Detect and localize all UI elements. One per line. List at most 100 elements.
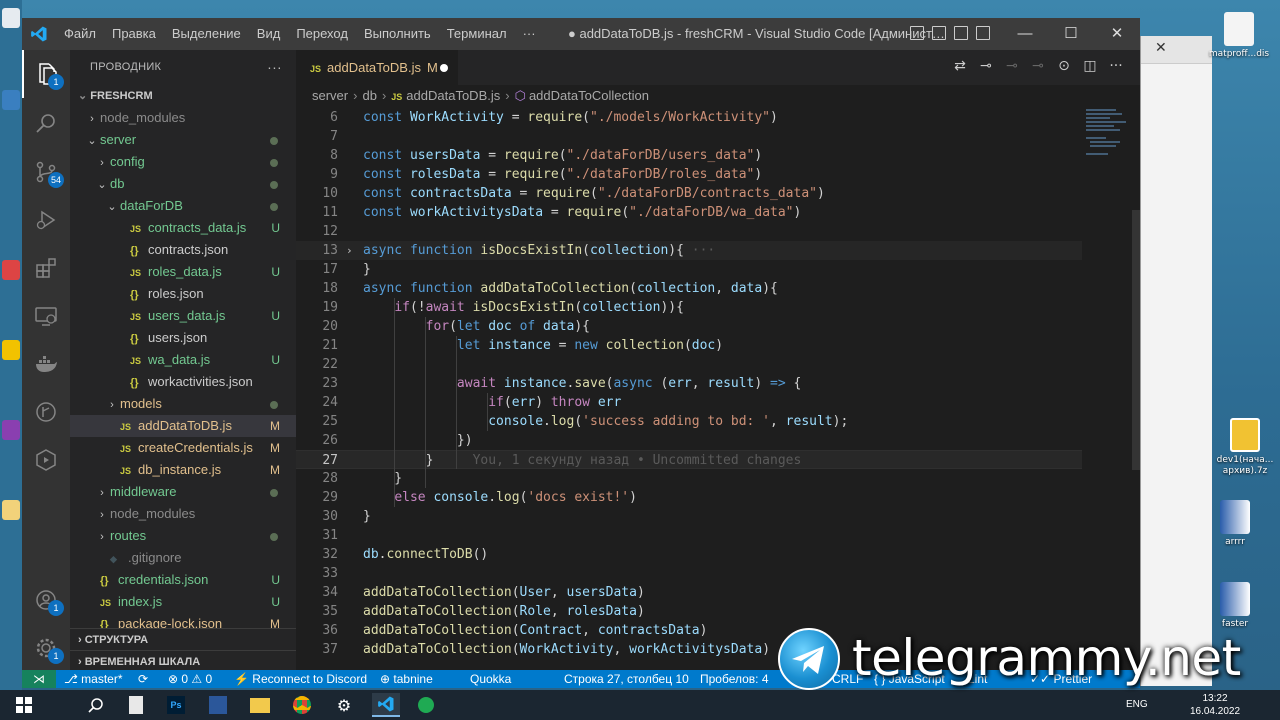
taskbar-app-notepad-icon[interactable] <box>122 693 150 717</box>
code-line[interactable]: 34 addDataToCollection(User, usersData) <box>296 583 1082 602</box>
workspace-folder[interactable]: ⌄ FRESHCRM <box>70 85 296 107</box>
tabnine-status[interactable]: ⊕ tabnine <box>380 670 433 688</box>
close-icon[interactable]: ✕ <box>1155 40 1167 56</box>
tree-file[interactable]: {} users.json <box>70 327 296 349</box>
tree-file[interactable]: {} workactivities.json <box>70 371 296 393</box>
desktop-icon-thumb[interactable] <box>2 260 20 280</box>
problems-status[interactable]: ⊗ 0 ⚠ 0 <box>168 670 212 688</box>
code-line[interactable]: 11 const workActivitysData = require("./d… <box>296 203 1082 222</box>
taskbar-app-green-icon[interactable] <box>412 693 440 717</box>
code-line[interactable]: 6 const WorkActivity = require("./models/… <box>296 108 1082 127</box>
tree-file[interactable]: JS index.js U <box>70 591 296 613</box>
tree-file[interactable]: JS contracts_data.js U <box>70 217 296 239</box>
menu-item[interactable]: Терминал <box>439 18 515 50</box>
outline-section[interactable]: › СТРУКТУРА <box>70 628 296 650</box>
code-line[interactable]: 24 if(err) throw err <box>296 393 1082 412</box>
code-line[interactable]: 31 <box>296 526 1082 545</box>
desktop-icon-thumb[interactable] <box>2 340 20 360</box>
compare-changes-icon[interactable]: ⇄ <box>952 58 968 74</box>
code-line[interactable]: 19 if(!await isDocsExistIn(collection)){ <box>296 298 1082 317</box>
code-line[interactable]: 13 › async function isDocsExistIn(collecti… <box>296 241 1082 260</box>
code-line[interactable]: 33 <box>296 564 1082 583</box>
code-line[interactable]: 25 console.log('success adding to bd: ',… <box>296 412 1082 431</box>
remote-indicator-icon[interactable]: ⋊ <box>22 670 56 688</box>
tree-file[interactable]: JS addDataToDB.js M <box>70 415 296 437</box>
tree-file[interactable]: JS roles_data.js U <box>70 261 296 283</box>
more-actions-icon[interactable]: ··· <box>1108 58 1124 74</box>
code-line[interactable]: 22 <box>296 355 1082 374</box>
indentation-status[interactable]: Пробелов: 4 <box>700 670 769 688</box>
branch-status[interactable]: ⎇ master* <box>64 670 123 688</box>
open-changes-icon[interactable]: ⊙ <box>1056 58 1072 74</box>
search-icon[interactable] <box>22 100 70 148</box>
code-line[interactable]: 35 addDataToCollection(Role, rolesData) <box>296 602 1082 621</box>
search-icon[interactable] <box>82 693 110 717</box>
code-line[interactable]: 18 async function addDataToCollection(col… <box>296 279 1082 298</box>
taskbar-app-word-icon[interactable] <box>204 693 232 717</box>
unsaved-dot-icon[interactable] <box>440 64 448 72</box>
code-line[interactable]: 10 const contractsData = require("./dataF… <box>296 184 1082 203</box>
breadcrumb-item[interactable]: addDataToCollection <box>529 88 649 103</box>
code-line[interactable]: 26 }) <box>296 431 1082 450</box>
code-line[interactable]: 7 <box>296 127 1082 146</box>
tree-folder[interactable]: ⌄ db <box>70 173 296 195</box>
cursor-position[interactable]: Строка 27, столбец 10 <box>564 670 689 688</box>
background-window[interactable]: ✕ <box>1140 36 1212 686</box>
maximize-button[interactable]: ☐ <box>1048 18 1094 50</box>
menu-item[interactable]: Переход <box>288 18 356 50</box>
menu-item[interactable]: Правка <box>104 18 164 50</box>
code-line[interactable]: 30} <box>296 507 1082 526</box>
tree-folder[interactable]: › models <box>70 393 296 415</box>
desktop-icon-thumb[interactable] <box>2 90 20 110</box>
desktop-icon-thumb[interactable] <box>2 500 20 520</box>
run-debug-icon[interactable] <box>22 196 70 244</box>
system-clock[interactable]: 13:22 16.04.2022 <box>1180 692 1250 718</box>
menu-item[interactable]: ··· <box>515 18 544 50</box>
taskbar-app-settings-icon[interactable]: ⚙ <box>330 693 358 717</box>
git-graph-icon[interactable] <box>22 388 70 436</box>
vertical-scrollbar[interactable] <box>1132 210 1140 470</box>
fold-chevron-icon[interactable]: › <box>346 241 353 260</box>
code-line[interactable]: 9 const rolesData = require("./dataForDB/… <box>296 165 1082 184</box>
code-editor[interactable]: 6 const WorkActivity = require("./models/… <box>296 107 1082 672</box>
tree-file[interactable]: {} contracts.json <box>70 239 296 261</box>
previous-change-icon[interactable]: ⊸ <box>1004 58 1020 74</box>
remote-explorer-icon[interactable] <box>22 292 70 340</box>
sync-icon[interactable]: ⟳ <box>138 670 148 688</box>
breadcrumb-item[interactable]: server <box>312 88 348 103</box>
toggle-sidebar-icon[interactable] <box>910 26 924 40</box>
desktop-icon-archive[interactable]: dev1(нача... архив).7z <box>1214 418 1276 477</box>
code-line[interactable]: 21 let instance = new collection(doc) <box>296 336 1082 355</box>
tree-folder[interactable]: › node_modules <box>70 107 296 129</box>
tree-file[interactable]: ◆ .gitignore <box>70 547 296 569</box>
menu-item[interactable]: Выполнить <box>356 18 439 50</box>
split-editor-icon[interactable]: ◫ <box>1082 58 1098 74</box>
desktop-icon-faster[interactable]: faster <box>1204 582 1266 630</box>
extensions-icon[interactable] <box>22 244 70 292</box>
breadcrumb-item[interactable]: addDataToDB.js <box>406 88 500 103</box>
gear-icon[interactable]: 1 <box>22 624 70 672</box>
code-line[interactable]: 17} <box>296 260 1082 279</box>
code-line[interactable]: 20 for(let doc of data){ <box>296 317 1082 336</box>
tree-folder[interactable]: › middleware <box>70 481 296 503</box>
tree-file[interactable]: JS users_data.js U <box>70 305 296 327</box>
source-control-icon[interactable]: 54 <box>22 148 70 196</box>
taskbar-app-explorer-icon[interactable] <box>246 693 274 717</box>
tree-folder[interactable]: ⌄ dataForDB <box>70 195 296 217</box>
desktop-icon-thumb[interactable] <box>2 420 20 440</box>
docker-icon[interactable] <box>22 340 70 388</box>
code-line[interactable]: 12 <box>296 222 1082 241</box>
live-share-icon[interactable] <box>22 436 70 484</box>
tree-folder[interactable]: › node_modules <box>70 503 296 525</box>
menu-item[interactable]: Вид <box>249 18 289 50</box>
tree-file[interactable]: {} credentials.json U <box>70 569 296 591</box>
title-bar[interactable]: Файл Правка Выделение Вид Переход Выполнить Те… <box>22 18 1140 50</box>
taskbar-app-photoshop-icon[interactable]: Ps <box>162 693 190 717</box>
quokka-status[interactable]: Quokka <box>470 670 511 688</box>
close-button[interactable]: ✕ <box>1094 18 1140 50</box>
code-line[interactable]: 32 db.connectToDB() <box>296 545 1082 564</box>
git-commit-icon[interactable]: ⊸ <box>978 58 994 74</box>
next-change-icon[interactable]: ⊸ <box>1030 58 1046 74</box>
background-window-titlebar[interactable]: ✕ <box>1141 36 1212 64</box>
tree-file[interactable]: JS createCredentials.js M <box>70 437 296 459</box>
